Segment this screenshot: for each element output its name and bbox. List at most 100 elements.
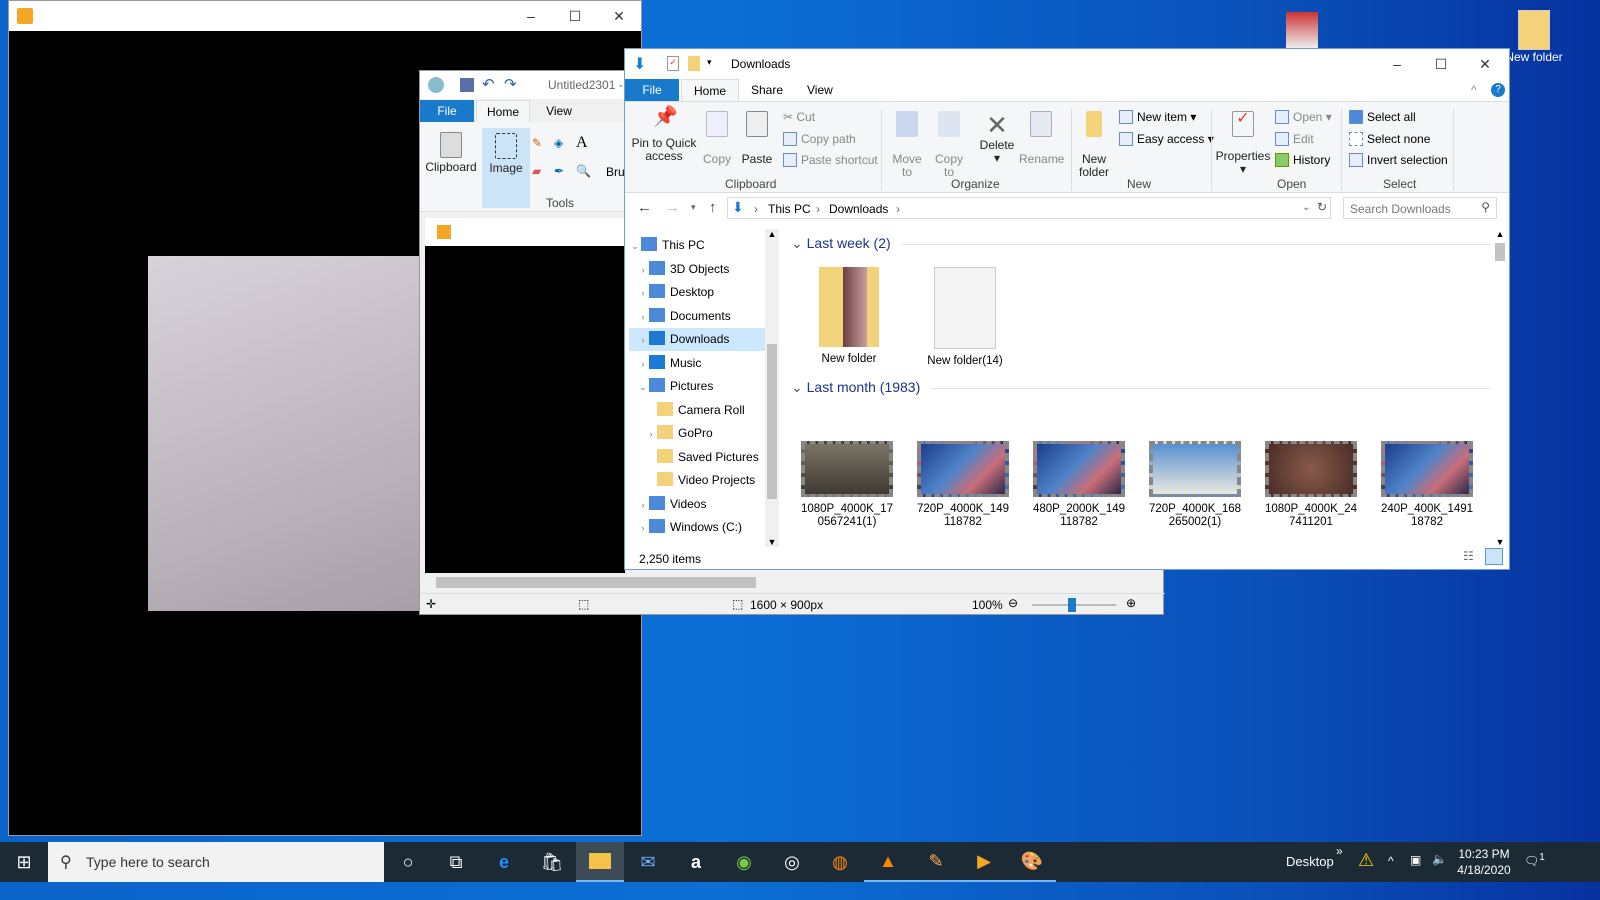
desktop-icon-image[interactable]: [1286, 12, 1318, 48]
paste-button[interactable]: Paste: [739, 111, 775, 166]
select-none-button[interactable]: Select none: [1349, 132, 1430, 146]
qat-dropdown-icon[interactable]: ▾: [707, 57, 712, 68]
nav-item-saved-pictures[interactable]: Saved Pictures: [629, 446, 767, 469]
chevron-right-icon[interactable]: ›: [637, 282, 649, 305]
chevron-right-icon[interactable]: ›: [637, 259, 649, 282]
vlc-icon[interactable]: ▲: [864, 842, 912, 882]
move-to-button[interactable]: Move to: [887, 111, 927, 179]
file-item[interactable]: 1080P_4000K_247411201: [1263, 441, 1359, 529]
editor-app-icon[interactable]: ✎: [912, 842, 960, 882]
file-explorer-icon[interactable]: [576, 842, 624, 882]
show-hidden-icons[interactable]: ^: [1388, 854, 1394, 868]
maximize-button[interactable]: ☐: [553, 1, 597, 31]
chevron-right-icon[interactable]: ›: [637, 494, 649, 517]
tab-file[interactable]: File: [625, 79, 679, 101]
rename-button[interactable]: Rename: [1019, 111, 1064, 166]
edge-icon[interactable]: e: [480, 842, 528, 882]
horizontal-scrollbar[interactable]: [422, 574, 1144, 591]
minimize-button[interactable]: –: [509, 1, 553, 31]
file-item[interactable]: 240P_400K_149118782: [1379, 441, 1475, 529]
properties-button[interactable]: ✓ Properties ▾: [1215, 111, 1271, 176]
toolbar-expand-icon[interactable]: »: [1336, 844, 1343, 858]
zoom-in-button[interactable]: ⊕: [1126, 596, 1136, 610]
canvas-area[interactable]: [425, 218, 625, 573]
open-button[interactable]: Open ▾: [1275, 110, 1332, 124]
nav-item-documents[interactable]: › Documents: [629, 305, 767, 328]
clock[interactable]: 10:23 PM 4/18/2020: [1456, 846, 1512, 878]
pencil-icon[interactable]: ✎: [532, 136, 542, 150]
paint-tab-view[interactable]: View: [534, 100, 584, 122]
new-folder-button[interactable]: New folder: [1075, 111, 1113, 179]
tab-view[interactable]: View: [795, 79, 845, 101]
file-item[interactable]: 720P_4000K_168265002(1): [1147, 441, 1243, 529]
redo-icon[interactable]: ↷: [504, 75, 517, 93]
eraser-icon[interactable]: ▰: [532, 164, 541, 178]
back-button[interactable]: ←: [637, 199, 652, 216]
file-item[interactable]: 1080P_4000K_170567241(1): [799, 441, 895, 529]
edit-button[interactable]: Edit: [1275, 132, 1314, 146]
help-icon[interactable]: ?: [1491, 83, 1505, 97]
taskbar-search-box[interactable]: ⚲ Type here to search: [48, 842, 384, 882]
start-button[interactable]: ⊞: [0, 842, 48, 882]
zoom-out-button[interactable]: ⊖: [1008, 596, 1018, 610]
file-item[interactable]: New folder(14): [917, 267, 1013, 368]
content-scrollbar[interactable]: ▲ ▼: [1493, 229, 1507, 547]
address-bar[interactable]: ⬇ › This PC › Downloads › ⌄: [727, 197, 1331, 219]
close-button[interactable]: ✕: [1463, 49, 1507, 79]
chevron-right-icon[interactable]: ›: [645, 423, 657, 446]
tab-share[interactable]: Share: [739, 79, 795, 101]
paint-icon[interactable]: 🎨: [1008, 842, 1056, 882]
recent-locations-icon[interactable]: ▾: [691, 202, 696, 213]
save-icon[interactable]: [460, 78, 474, 92]
file-item[interactable]: 720P_4000K_149118782: [915, 441, 1011, 529]
chevron-down-icon[interactable]: ⌄: [637, 376, 649, 399]
forward-button[interactable]: →: [665, 199, 680, 216]
up-button[interactable]: ↑: [709, 199, 717, 216]
collapse-ribbon-icon[interactable]: ^: [1471, 83, 1477, 97]
nav-item-windows-c[interactable]: › Windows (C:): [629, 516, 767, 539]
mail-icon[interactable]: ✉: [624, 842, 672, 882]
nav-item-camera-roll[interactable]: Camera Roll: [629, 399, 767, 422]
color-picker-icon[interactable]: ✒: [554, 164, 564, 178]
paint-tab-home[interactable]: Home: [476, 100, 530, 122]
chevron-right-icon[interactable]: ›: [637, 517, 649, 540]
group-header[interactable]: ⌄ Last week (2): [791, 235, 1491, 252]
close-button[interactable]: ✕: [597, 1, 641, 31]
history-button[interactable]: History: [1275, 153, 1330, 167]
nav-item-videos[interactable]: › Videos: [629, 493, 767, 516]
store-icon[interactable]: 🛍: [528, 842, 576, 882]
select-all-button[interactable]: Select all: [1349, 110, 1416, 124]
maximize-button[interactable]: ☐: [1419, 49, 1463, 79]
nav-scrollbar[interactable]: ▲ ▼: [765, 229, 779, 547]
new-item-button[interactable]: New item ▾: [1119, 110, 1196, 124]
large-icons-view-button[interactable]: [1485, 548, 1503, 565]
nav-item-music[interactable]: › Music: [629, 352, 767, 375]
copy-button[interactable]: Copy: [699, 111, 735, 166]
warning-icon[interactable]: ⚠: [1358, 850, 1374, 871]
chevron-right-icon[interactable]: ›: [637, 353, 649, 376]
text-icon[interactable]: A: [576, 134, 588, 152]
refresh-button[interactable]: ↻: [1317, 200, 1327, 214]
nav-item-gopro[interactable]: › GoPro: [629, 422, 767, 445]
amazon-icon[interactable]: a: [672, 842, 720, 882]
invert-selection-button[interactable]: Invert selection: [1349, 153, 1448, 167]
file-item[interactable]: 480P_2000K_149118782: [1031, 441, 1127, 529]
breadcrumb-downloads[interactable]: Downloads: [829, 202, 888, 216]
camera-app-icon[interactable]: ◎: [768, 842, 816, 882]
magnifier-icon[interactable]: 🔍: [576, 164, 591, 178]
desktop-icon-new-folder[interactable]: New folder: [1500, 10, 1568, 64]
task-view-icon[interactable]: ⧉: [432, 842, 480, 882]
paste-shortcut-button[interactable]: Paste shortcut: [783, 153, 878, 167]
details-view-button[interactable]: ☷: [1463, 549, 1474, 563]
chevron-right-icon[interactable]: ›: [637, 329, 649, 352]
pin-to-quick-access-button[interactable]: 📌 Pin to Quick access: [629, 107, 699, 163]
action-center-button[interactable]: 🗨1: [1524, 852, 1545, 868]
network-icon[interactable]: ▣: [1410, 853, 1421, 867]
copy-to-button[interactable]: Copy to: [929, 111, 969, 179]
nav-item-this-pc[interactable]: ⌄ This PC: [629, 234, 767, 257]
nav-item-desktop[interactable]: › Desktop: [629, 281, 767, 304]
clipboard-button[interactable]: Clipboard: [424, 132, 478, 174]
new-folder-qat-icon[interactable]: [688, 56, 700, 71]
group-header[interactable]: ⌄ Last month (1983): [791, 379, 1491, 396]
tripadvisor-icon[interactable]: ◉: [720, 842, 768, 882]
